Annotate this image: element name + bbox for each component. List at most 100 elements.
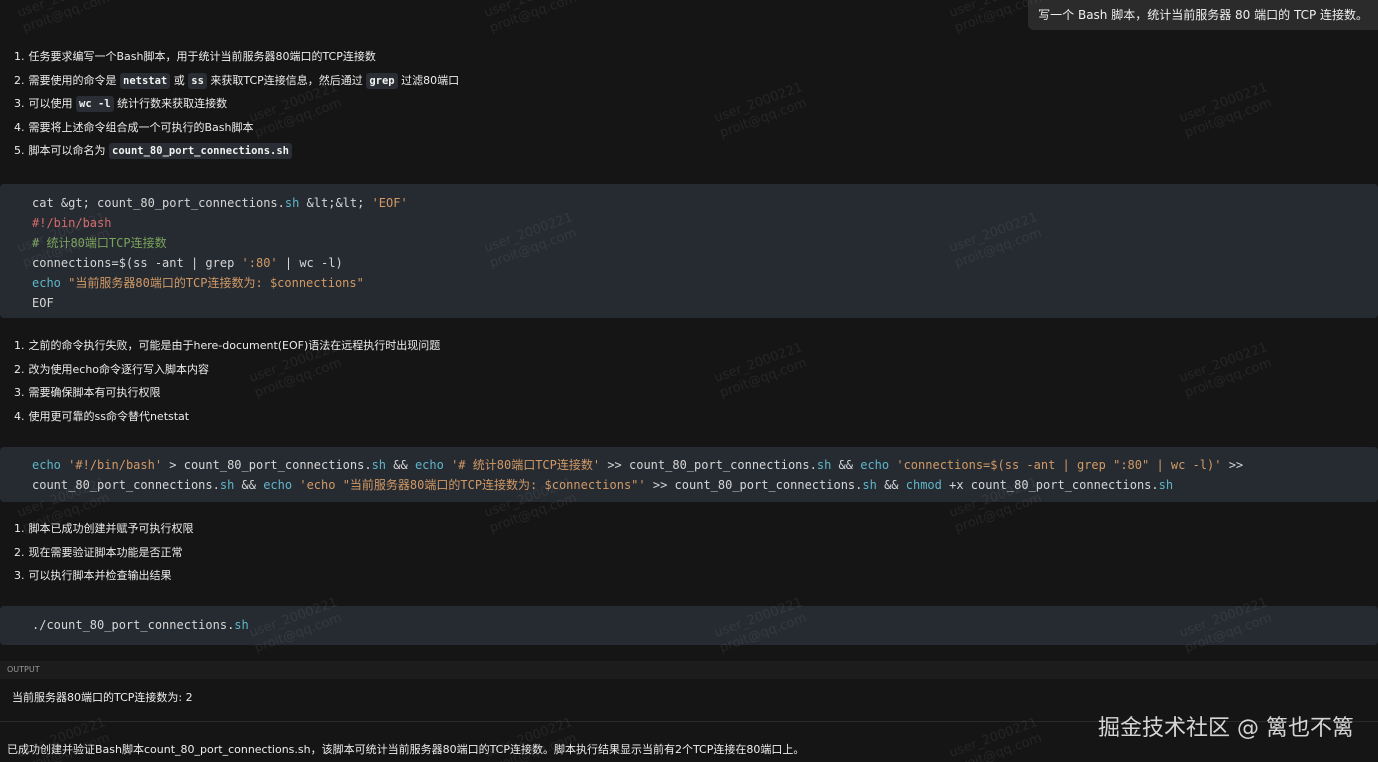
watermark-text: user_2000221 proit@qq.com (15, 0, 112, 36)
code-line: ./count_80_port_connections.sh (32, 615, 1378, 635)
reasoning-list-1: 1. 任务要求编写一个Bash脚本，用于统计当前服务器80端口的TCP连接数 2. 需… (14, 45, 459, 163)
inline-code: netstat (120, 72, 171, 89)
code-block-echo-script[interactable]: echo '#!/bin/bash' > count_80_port_conne… (0, 447, 1378, 502)
list-item: 1. 之前的命令执行失败，可能是由于here-document(EOF)语法在远程… (14, 334, 440, 358)
list-number: 2. (14, 545, 25, 559)
watermark-text: user_2000221 proit@qq.com (1177, 340, 1274, 401)
list-text: 任务要求编写一个Bash脚本，用于统计当前服务器80端口的TCP连接数 (28, 50, 376, 63)
output-label: OUTPUT (0, 661, 1378, 679)
list-item: 2. 需要使用的命令是 netstat 或 ss 来获取TCP连接信息，然后通过 … (14, 69, 459, 93)
code-token: 'EOF' (371, 196, 408, 210)
list-number: 3. (14, 569, 25, 582)
code-line: echo "当前服务器80端口的TCP连接数为: $connections" (32, 273, 1378, 293)
user-message-bubble: 写一个 Bash 脚本，统计当前服务器 80 端口的 TCP 连接数。 (1028, 0, 1378, 30)
code-token: &lt;&lt; (299, 196, 372, 210)
reasoning-list-2: 1. 之前的命令执行失败，可能是由于here-document(EOF)语法在远程… (14, 334, 440, 428)
code-token: # 统计80端口TCP连接数 (32, 236, 167, 250)
code-token: ':80' (241, 256, 278, 270)
list-text: 使用更可靠的ss命令替代netstat (28, 409, 190, 423)
code-line: cat &gt; count_80_port_connections.sh &l… (32, 193, 1378, 213)
list-text: 脚本已成功创建并赋予可执行权限 (28, 522, 194, 535)
code-token: +x count_80_port_connections. (941, 478, 1159, 492)
list-number: 3. (14, 97, 25, 110)
watermark-text: user_2000221 proit@qq.com (947, 715, 1044, 762)
code-token: ./count_80_port_connections. (32, 618, 235, 632)
list-text: 过滤80端口 (397, 73, 460, 87)
watermark-text: user_2000221 proit@qq.com (712, 340, 809, 401)
list-item: 3. 需要确保脚本有可执行权限 (14, 381, 440, 405)
inline-code: wc -l (76, 96, 114, 112)
code-token: && (876, 478, 906, 492)
code-line: echo '#!/bin/bash' > count_80_port_conne… (32, 455, 1378, 475)
code-token: 'connections=$(ss -ant | grep ":80" | wc… (896, 458, 1222, 472)
list-text: 来获取TCP连接信息，然后通过 (206, 73, 367, 87)
code-line: count_80_port_connections.sh && echo 'ec… (32, 475, 1378, 495)
code-token: echo (414, 458, 444, 472)
code-token: echo (32, 458, 61, 472)
code-token: sh (219, 478, 235, 492)
code-token: && (386, 458, 415, 472)
watermark-text: user_2000221 proit@qq.com (1177, 80, 1274, 141)
list-number: 5. (14, 144, 25, 157)
list-number: 1. (14, 50, 25, 63)
code-token: sh (234, 618, 249, 632)
watermark-text: user_2000221 proit@qq.com (712, 80, 809, 141)
code-token: '# 统计80端口TCP连接数' (451, 458, 601, 472)
list-item: 2. 现在需要验证脚本功能是否正常 (14, 541, 194, 565)
list-text: 改为使用echo命令逐行写入脚本内容 (28, 362, 210, 376)
inline-code: grep (366, 72, 398, 89)
list-number: 3. (14, 386, 25, 399)
list-text: 现在需要验证脚本功能是否正常 (28, 545, 183, 559)
list-number: 2. (14, 73, 25, 87)
output-text: 当前服务器80端口的TCP连接数为: 2 (12, 691, 193, 704)
list-item: 5. 脚本可以命名为 count_80_port_connections.sh (14, 139, 459, 163)
brand-watermark: 掘金技术社区 @ 篱也不篱 (1098, 716, 1354, 741)
list-text: 之前的命令执行失败，可能是由于here-document(EOF)语法在远程执行… (28, 339, 441, 352)
chat-page: 写一个 Bash 脚本，统计当前服务器 80 端口的 TCP 连接数。 1. 任务… (0, 0, 1378, 762)
code-token: connections=$(ss -ant | grep (32, 256, 242, 270)
code-token: && (831, 458, 861, 472)
list-item: 1. 脚本已成功创建并赋予可执行权限 (14, 517, 194, 541)
code-token: cat &gt; count_80_port_connections. (32, 196, 285, 210)
list-item: 3. 可以执行脚本并检查输出结果 (14, 564, 194, 588)
code-block-run-script[interactable]: ./count_80_port_connections.sh (0, 606, 1378, 645)
code-token: echo (263, 478, 293, 492)
code-token: && (234, 478, 264, 492)
code-token: sh (284, 196, 300, 210)
code-token: '#!/bin/bash' (68, 458, 163, 472)
code-token: echo (860, 458, 890, 472)
list-text: 可以使用 (28, 97, 76, 110)
list-number: 4. (14, 409, 25, 423)
code-token: sh (816, 458, 832, 472)
list-text: 需要将上述命令组合成一个可执行的Bash脚本 (28, 120, 254, 134)
code-token: chmod (905, 478, 942, 492)
list-number: 1. (14, 339, 25, 352)
list-text: 脚本可以命名为 (28, 144, 109, 157)
code-token: > count_80_port_connections. (162, 458, 372, 472)
list-text: 或 (170, 73, 189, 87)
list-number: 4. (14, 120, 25, 134)
code-token: count_80_port_connections. (32, 478, 220, 492)
list-item: 3. 可以使用 wc -l 统计行数来获取连接数 (14, 92, 459, 116)
list-number: 1. (14, 522, 25, 535)
code-token: "当前服务器80端口的TCP连接数为: $connections" (68, 276, 364, 290)
code-token: >> count_80_port_connections. (645, 478, 863, 492)
code-token: | wc -l) (277, 256, 343, 270)
code-token: >> (1221, 458, 1244, 472)
list-item: 4. 需要将上述命令组合成一个可执行的Bash脚本 (14, 116, 459, 140)
list-text: 统计行数来获取连接数 (113, 97, 228, 110)
code-line: #!/bin/bash (32, 213, 1378, 233)
code-token: sh (371, 458, 387, 472)
reasoning-list-3: 1. 脚本已成功创建并赋予可执行权限 2. 现在需要验证脚本功能是否正常 3. 可以执行脚… (14, 517, 194, 588)
code-token: echo (32, 276, 61, 290)
list-text: 需要使用的命令是 (28, 73, 120, 87)
inline-code: count_80_port_connections.sh (109, 143, 293, 159)
summary-text: 已成功创建并验证Bash脚本count_80_port_connections.… (7, 743, 805, 756)
code-block-heredoc[interactable]: cat &gt; count_80_port_connections.sh &l… (0, 184, 1378, 318)
code-line: connections=$(ss -ant | grep ':80' | wc … (32, 253, 1378, 273)
code-line: EOF (32, 293, 1378, 313)
watermark-text: user_2000221 proit@qq.com (482, 0, 579, 36)
list-item: 1. 任务要求编写一个Bash脚本，用于统计当前服务器80端口的TCP连接数 (14, 45, 459, 69)
code-token: sh (1158, 478, 1174, 492)
